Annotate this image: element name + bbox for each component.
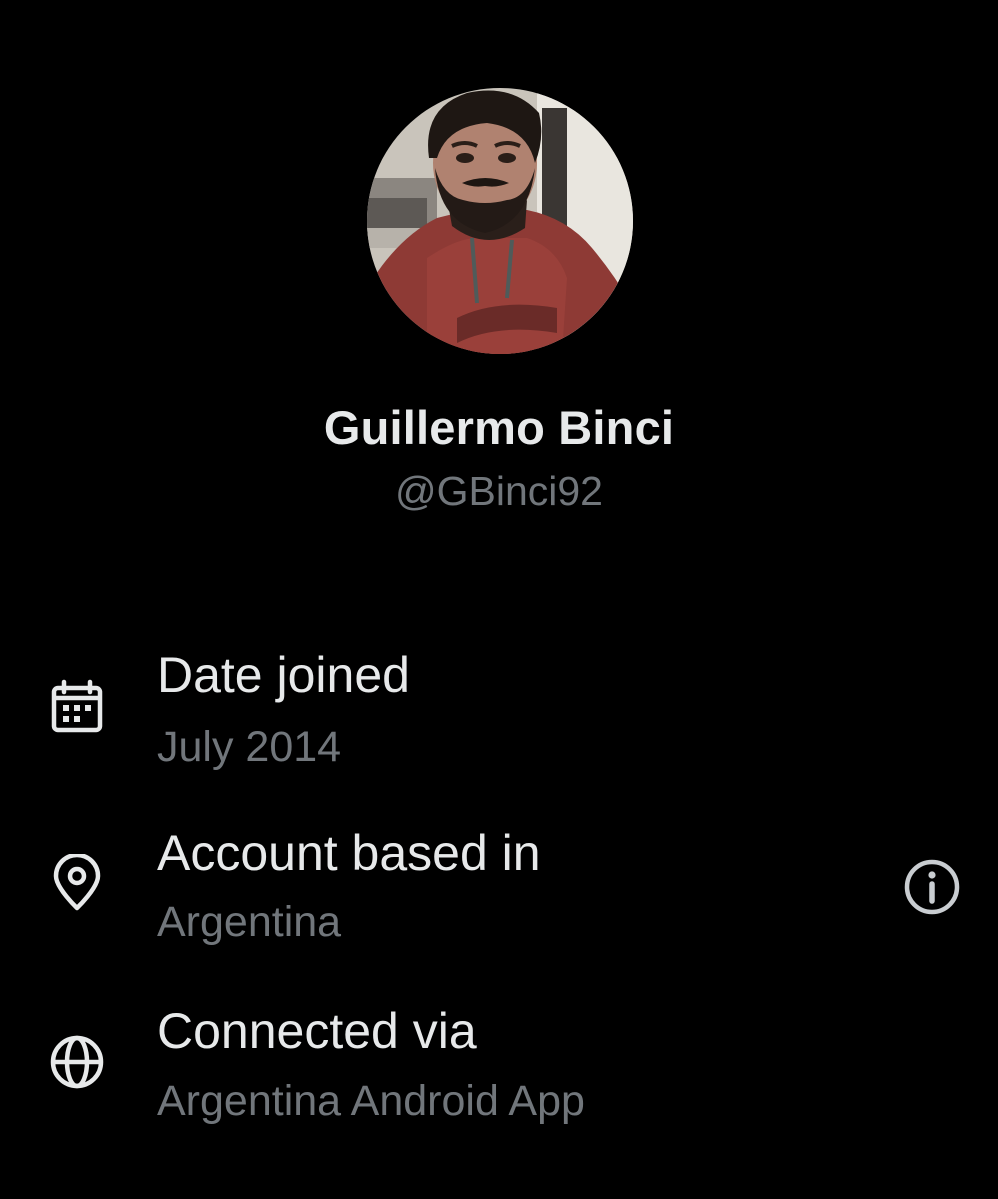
account-based-in-label: Account based in — [157, 825, 541, 881]
calendar-icon — [48, 678, 106, 736]
display-name: Guillermo Binci — [323, 401, 675, 454]
connected-via-value: Argentina Android App — [157, 1077, 585, 1125]
avatar[interactable] — [367, 88, 633, 354]
connected-via-label: Connected via — [157, 1003, 477, 1059]
avatar-photo — [367, 88, 633, 354]
username-handle: @GBinci92 — [395, 468, 603, 514]
date-joined-value: July 2014 — [157, 723, 342, 771]
account-based-in-value: Argentina — [157, 898, 342, 946]
date-joined-label: Date joined — [157, 647, 410, 703]
info-icon[interactable] — [902, 857, 962, 917]
location-pin-icon — [48, 854, 106, 912]
globe-icon — [48, 1033, 106, 1091]
